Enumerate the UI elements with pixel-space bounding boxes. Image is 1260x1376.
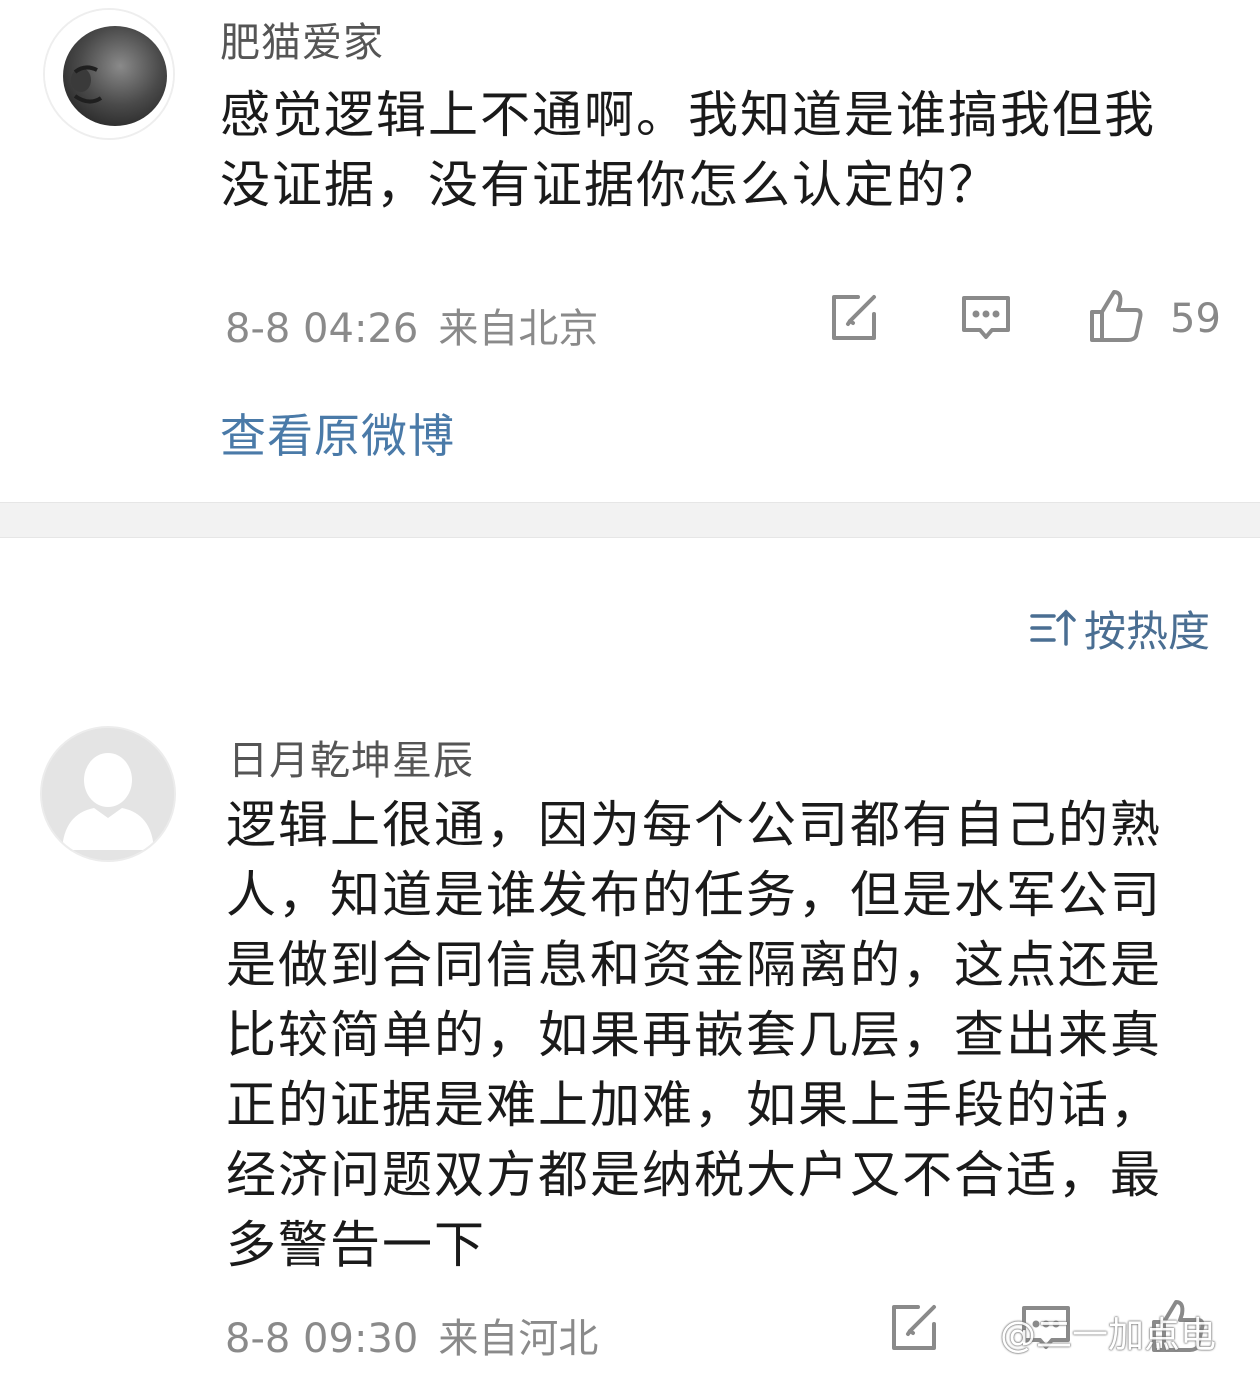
share-button[interactable] [886,1300,942,1356]
sort-label: 按热度 [1084,606,1211,656]
watermark: @二一加点电 [1000,1315,1217,1356]
comment-icon [962,296,1010,339]
section-divider [0,502,1260,538]
comment-time: 8-8 09:30 [225,1316,419,1362]
avatar[interactable] [43,8,175,140]
sort-button[interactable]: 按热度 [1030,600,1210,656]
username[interactable]: 日月乾坤星辰 [228,728,474,786]
share-icon [892,1305,936,1350]
like-icon [1090,290,1143,342]
comment-button[interactable] [958,290,1014,346]
comment-text: 感觉逻辑上不通啊。我知道是谁搞我但我没证据，没有证据你怎么认定的？ [220,86,1156,214]
comment-text: 逻辑上很通，因为每个公司都有自己的熟人，知道是谁发布的任务，但是水军公司是做到合… [226,796,1162,1274]
sort-icon [1030,609,1076,646]
username[interactable]: 肥猫爱家 [220,10,384,68]
like-count: 59 [1170,296,1221,342]
comment-time: 8-8 04:26 [225,306,419,352]
default-user-avatar-icon [42,728,174,860]
comment-meta: 8-8 09:30 来自河北 [225,1306,598,1364]
comment-location: 来自北京 [438,306,599,352]
avatar[interactable] [40,726,176,862]
fat-cat-avatar-icon [45,10,173,138]
share-icon [832,295,876,340]
share-button[interactable] [826,290,882,346]
comment-location: 来自河北 [438,1316,599,1362]
comment-meta: 8-8 04:26 来自北京 [225,296,598,354]
like-button[interactable] [1088,288,1144,344]
view-original-link[interactable]: 查看原微博 [220,400,455,466]
